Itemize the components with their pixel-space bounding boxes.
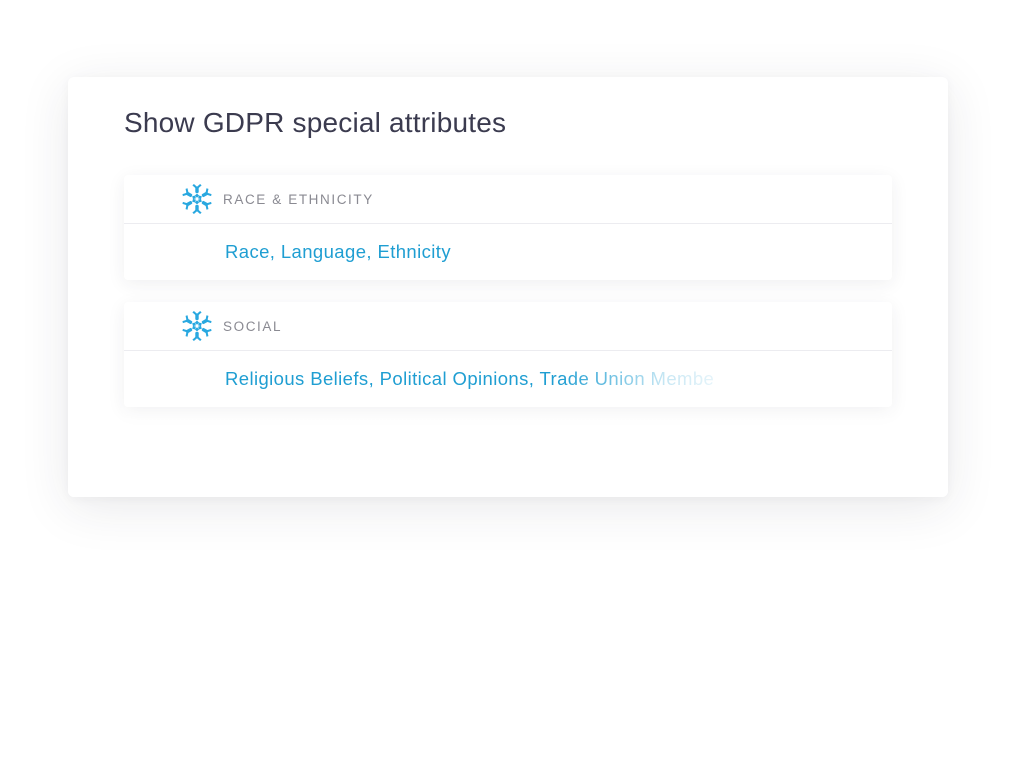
category-card-social: SOCIAL Religious Beliefs, Political Opin… bbox=[124, 302, 892, 407]
category-label: SOCIAL bbox=[223, 318, 283, 334]
category-header: SOCIAL bbox=[124, 302, 892, 351]
snowflake-icon-svg bbox=[182, 311, 212, 341]
category-attributes-link[interactable]: Religious Beliefs, Political Opinions, T… bbox=[225, 368, 714, 390]
category-attributes-link[interactable]: Race, Language, Ethnicity bbox=[225, 241, 451, 263]
category-card-race-ethnicity: RACE & ETHNICITY Race, Language, Ethnici… bbox=[124, 175, 892, 280]
snowflake-icon bbox=[181, 183, 213, 215]
panel-bottom-fade bbox=[68, 397, 948, 497]
snowflake-icon-svg bbox=[182, 184, 212, 214]
stage: Show GDPR special attributes RACE & ETHN… bbox=[0, 0, 1024, 768]
page-title: Show GDPR special attributes bbox=[124, 107, 507, 138]
gdpr-panel: Show GDPR special attributes RACE & ETHN… bbox=[68, 77, 948, 497]
category-attributes-row: Religious Beliefs, Political Opinions, T… bbox=[124, 351, 892, 407]
category-label: RACE & ETHNICITY bbox=[223, 191, 374, 207]
category-header: RACE & ETHNICITY bbox=[124, 175, 892, 224]
category-attributes-row: Race, Language, Ethnicity bbox=[124, 224, 892, 280]
snowflake-icon bbox=[181, 310, 213, 342]
